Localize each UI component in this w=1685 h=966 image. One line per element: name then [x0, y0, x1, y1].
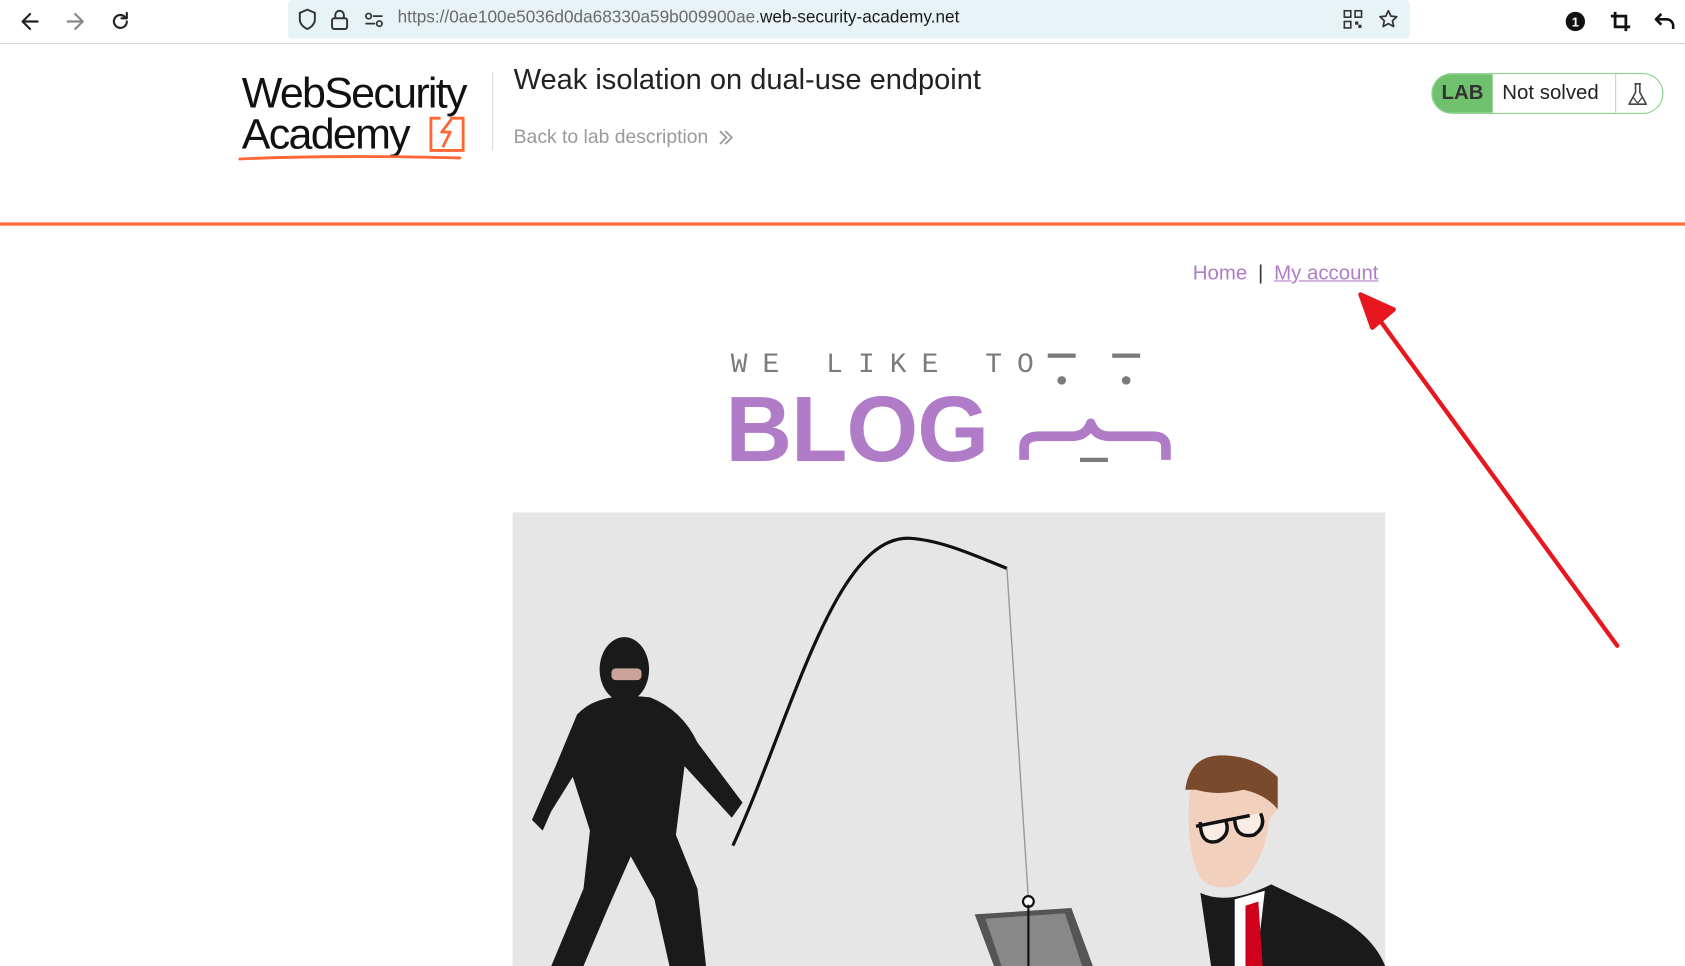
qr-code-icon[interactable]	[1342, 9, 1363, 30]
page: https://0ae100e5036d0da68330a59b009900ae…	[0, 0, 1685, 966]
nav-my-account-link[interactable]: My account	[1274, 262, 1378, 285]
back-to-lab-description-link[interactable]: Back to lab description	[514, 126, 734, 149]
crop-icon[interactable]	[1605, 6, 1635, 36]
flask-icon	[1628, 83, 1648, 106]
lightning-logo-icon	[429, 116, 465, 152]
hacker-eyes	[611, 668, 642, 681]
hacker-figure	[531, 637, 743, 966]
permissions-icon[interactable]	[363, 9, 384, 30]
lab-header: WebSecurity Academy Weak isolation on du…	[0, 44, 1685, 226]
blog-banner-big: BLOG	[725, 378, 989, 482]
browser-toolbar: https://0ae100e5036d0da68330a59b009900ae…	[0, 0, 1685, 45]
lab-tag: LAB	[1432, 74, 1493, 113]
double-chevron-right-icon	[719, 129, 734, 145]
back-link-label: Back to lab description	[513, 125, 709, 148]
blog-nav: Home | My account	[1193, 262, 1379, 286]
header-divider	[492, 71, 494, 151]
fishing-line	[1006, 568, 1030, 900]
logo-line-2: Academy	[241, 110, 411, 158]
blog-banner-small: WE LIKE TO	[730, 348, 1049, 381]
status-divider	[1615, 74, 1617, 113]
logo-underline	[238, 155, 462, 161]
back-icon[interactable]	[15, 6, 45, 36]
web-security-academy-logo[interactable]: WebSecurity Academy	[238, 68, 497, 171]
logo-line-1: WebSecurity	[241, 69, 468, 118]
password-manager-icon[interactable]: 1	[1560, 6, 1590, 36]
nav-separator: |	[1258, 262, 1264, 285]
reload-icon[interactable]	[105, 6, 135, 36]
address-bar[interactable]: https://0ae100e5036d0da68330a59b009900ae…	[287, 0, 1410, 39]
forward-icon[interactable]	[60, 6, 90, 36]
lab-title: Weak isolation on dual-use endpoint	[513, 63, 981, 96]
businessman-figure	[1185, 755, 1386, 966]
fishing-rod	[731, 536, 1008, 847]
lab-status-text: Not solved	[1502, 81, 1599, 105]
lab-status-widget[interactable]: LAB Not solved	[1431, 73, 1664, 114]
phishing-illustration	[531, 536, 1386, 966]
blog-face-logo-icon	[1019, 353, 1171, 463]
laptop	[974, 904, 1093, 966]
blog-hero-image	[512, 512, 1386, 966]
lock-icon[interactable]	[329, 9, 350, 30]
bookmark-star-icon[interactable]	[1378, 9, 1399, 30]
svg-text:1: 1	[1572, 14, 1579, 29]
nav-home-link[interactable]: Home	[1193, 262, 1247, 285]
shield-icon[interactable]	[297, 8, 318, 31]
url-text[interactable]: https://0ae100e5036d0da68330a59b009900ae…	[398, 9, 960, 28]
undo-icon[interactable]	[1650, 6, 1680, 36]
